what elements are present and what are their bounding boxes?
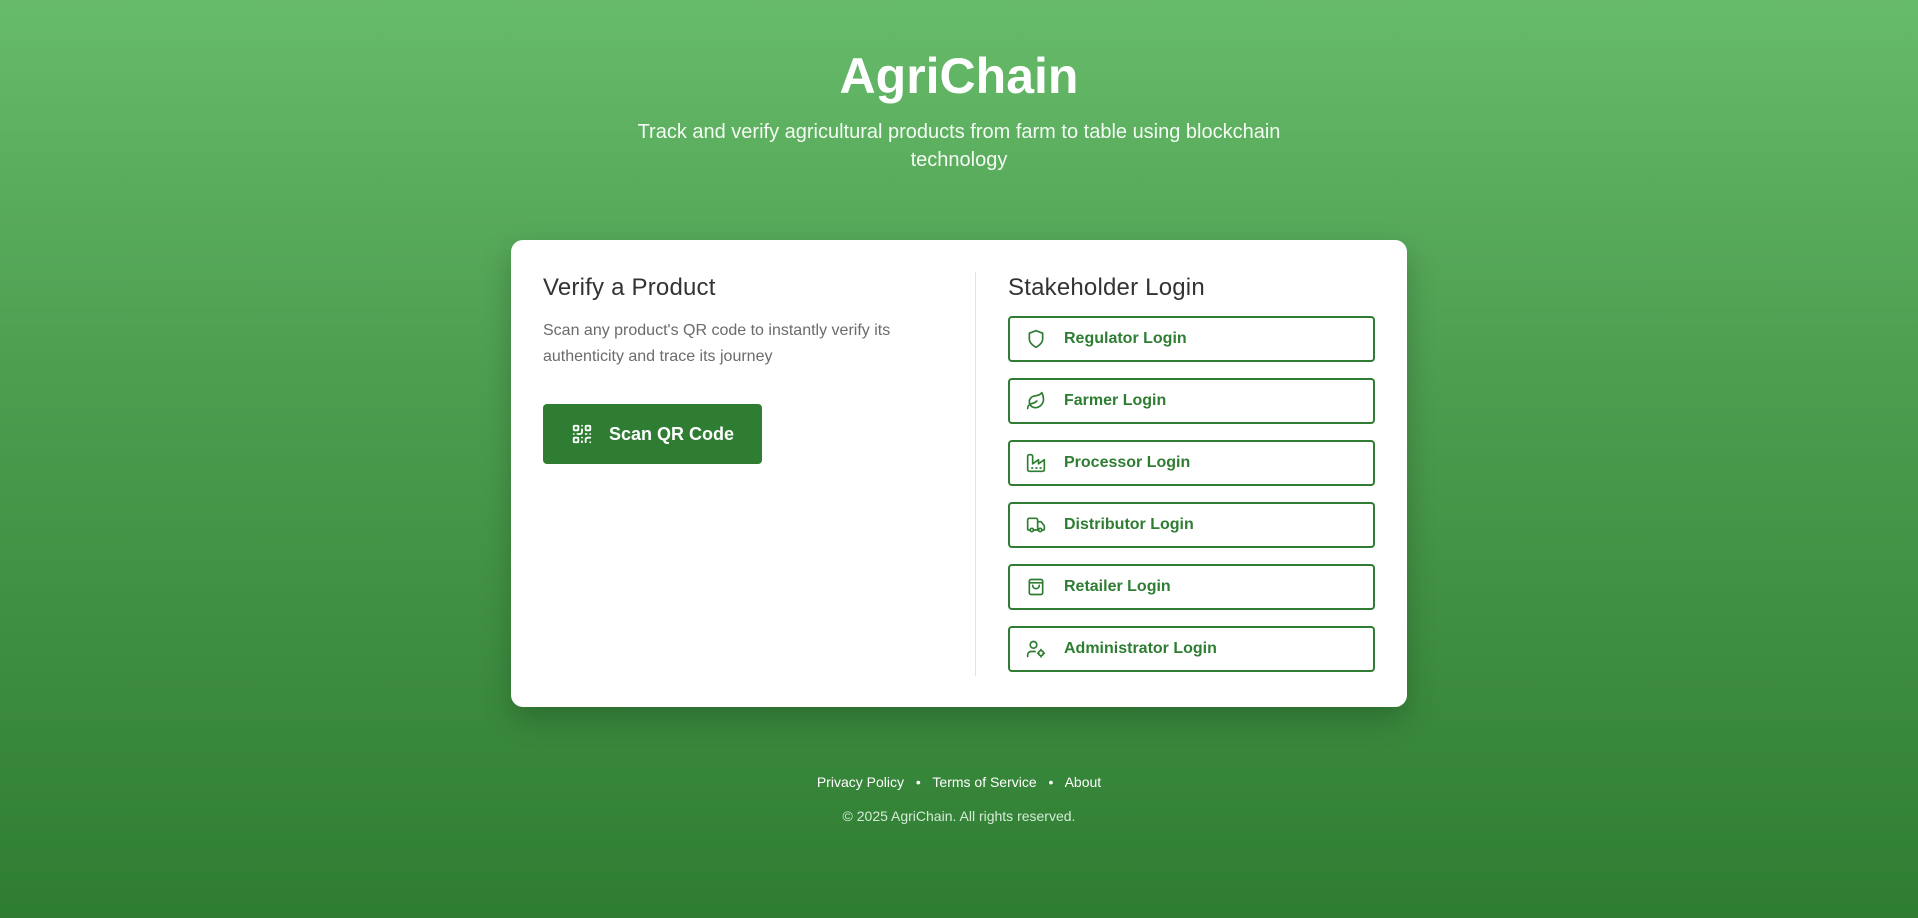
verify-title: Verify a Product bbox=[543, 274, 716, 301]
shield-icon bbox=[1026, 329, 1046, 349]
distributor-login-button[interactable]: Distributor Login bbox=[1008, 502, 1375, 548]
administrator-login-label: Administrator Login bbox=[1064, 640, 1217, 657]
login-list: Regulator Login Farmer Login Processor L… bbox=[1008, 316, 1375, 672]
footer-separator: • bbox=[915, 774, 921, 790]
retailer-login-button[interactable]: Retailer Login bbox=[1008, 564, 1375, 610]
footer-links: Privacy Policy • Terms of Service • Abou… bbox=[0, 772, 1918, 792]
stakeholder-title: Stakeholder Login bbox=[1008, 274, 1205, 301]
farmer-login-button[interactable]: Farmer Login bbox=[1008, 378, 1375, 424]
regulator-login-label: Regulator Login bbox=[1064, 330, 1187, 347]
administrator-login-button[interactable]: Administrator Login bbox=[1008, 626, 1375, 672]
panel-divider bbox=[975, 272, 976, 676]
user-cog-icon bbox=[1026, 639, 1046, 659]
stakeholder-panel: Stakeholder Login Regulator Login Farmer… bbox=[1008, 272, 1375, 688]
factory-icon bbox=[1026, 453, 1046, 473]
copyright-text: © 2025 AgriChain. All rights reserved. bbox=[842, 808, 1076, 824]
truck-icon bbox=[1026, 515, 1046, 535]
leaf-icon bbox=[1026, 391, 1046, 411]
terms-of-service-link[interactable]: Terms of Service bbox=[932, 774, 1036, 790]
regulator-login-button[interactable]: Regulator Login bbox=[1008, 316, 1375, 362]
about-link[interactable]: About bbox=[1065, 774, 1102, 790]
app-title: AgriChain bbox=[839, 48, 1079, 104]
verify-panel: Verify a Product Scan any product's QR c… bbox=[543, 272, 943, 464]
scan-qr-button[interactable]: Scan QR Code bbox=[543, 404, 762, 464]
farmer-login-label: Farmer Login bbox=[1064, 392, 1167, 409]
distributor-login-label: Distributor Login bbox=[1064, 516, 1194, 533]
page-footer: Privacy Policy • Terms of Service • Abou… bbox=[0, 772, 1918, 824]
scan-qr-label: Scan QR Code bbox=[608, 423, 735, 444]
privacy-policy-link[interactable]: Privacy Policy bbox=[817, 774, 904, 790]
processor-login-button[interactable]: Processor Login bbox=[1008, 440, 1375, 486]
processor-login-label: Processor Login bbox=[1064, 454, 1191, 471]
page-header: AgriChain Track and verify agricultural … bbox=[0, 44, 1918, 174]
main-card: Verify a Product Scan any product's QR c… bbox=[511, 240, 1407, 707]
app-subtitle: Track and verify agricultural products f… bbox=[637, 121, 1281, 171]
shopping-bag-icon bbox=[1026, 577, 1046, 597]
retailer-login-label: Retailer Login bbox=[1064, 578, 1171, 595]
verify-description: Scan any product's QR code to instantly … bbox=[543, 322, 891, 365]
qr-code-icon bbox=[571, 423, 593, 445]
footer-separator: • bbox=[1048, 774, 1054, 790]
